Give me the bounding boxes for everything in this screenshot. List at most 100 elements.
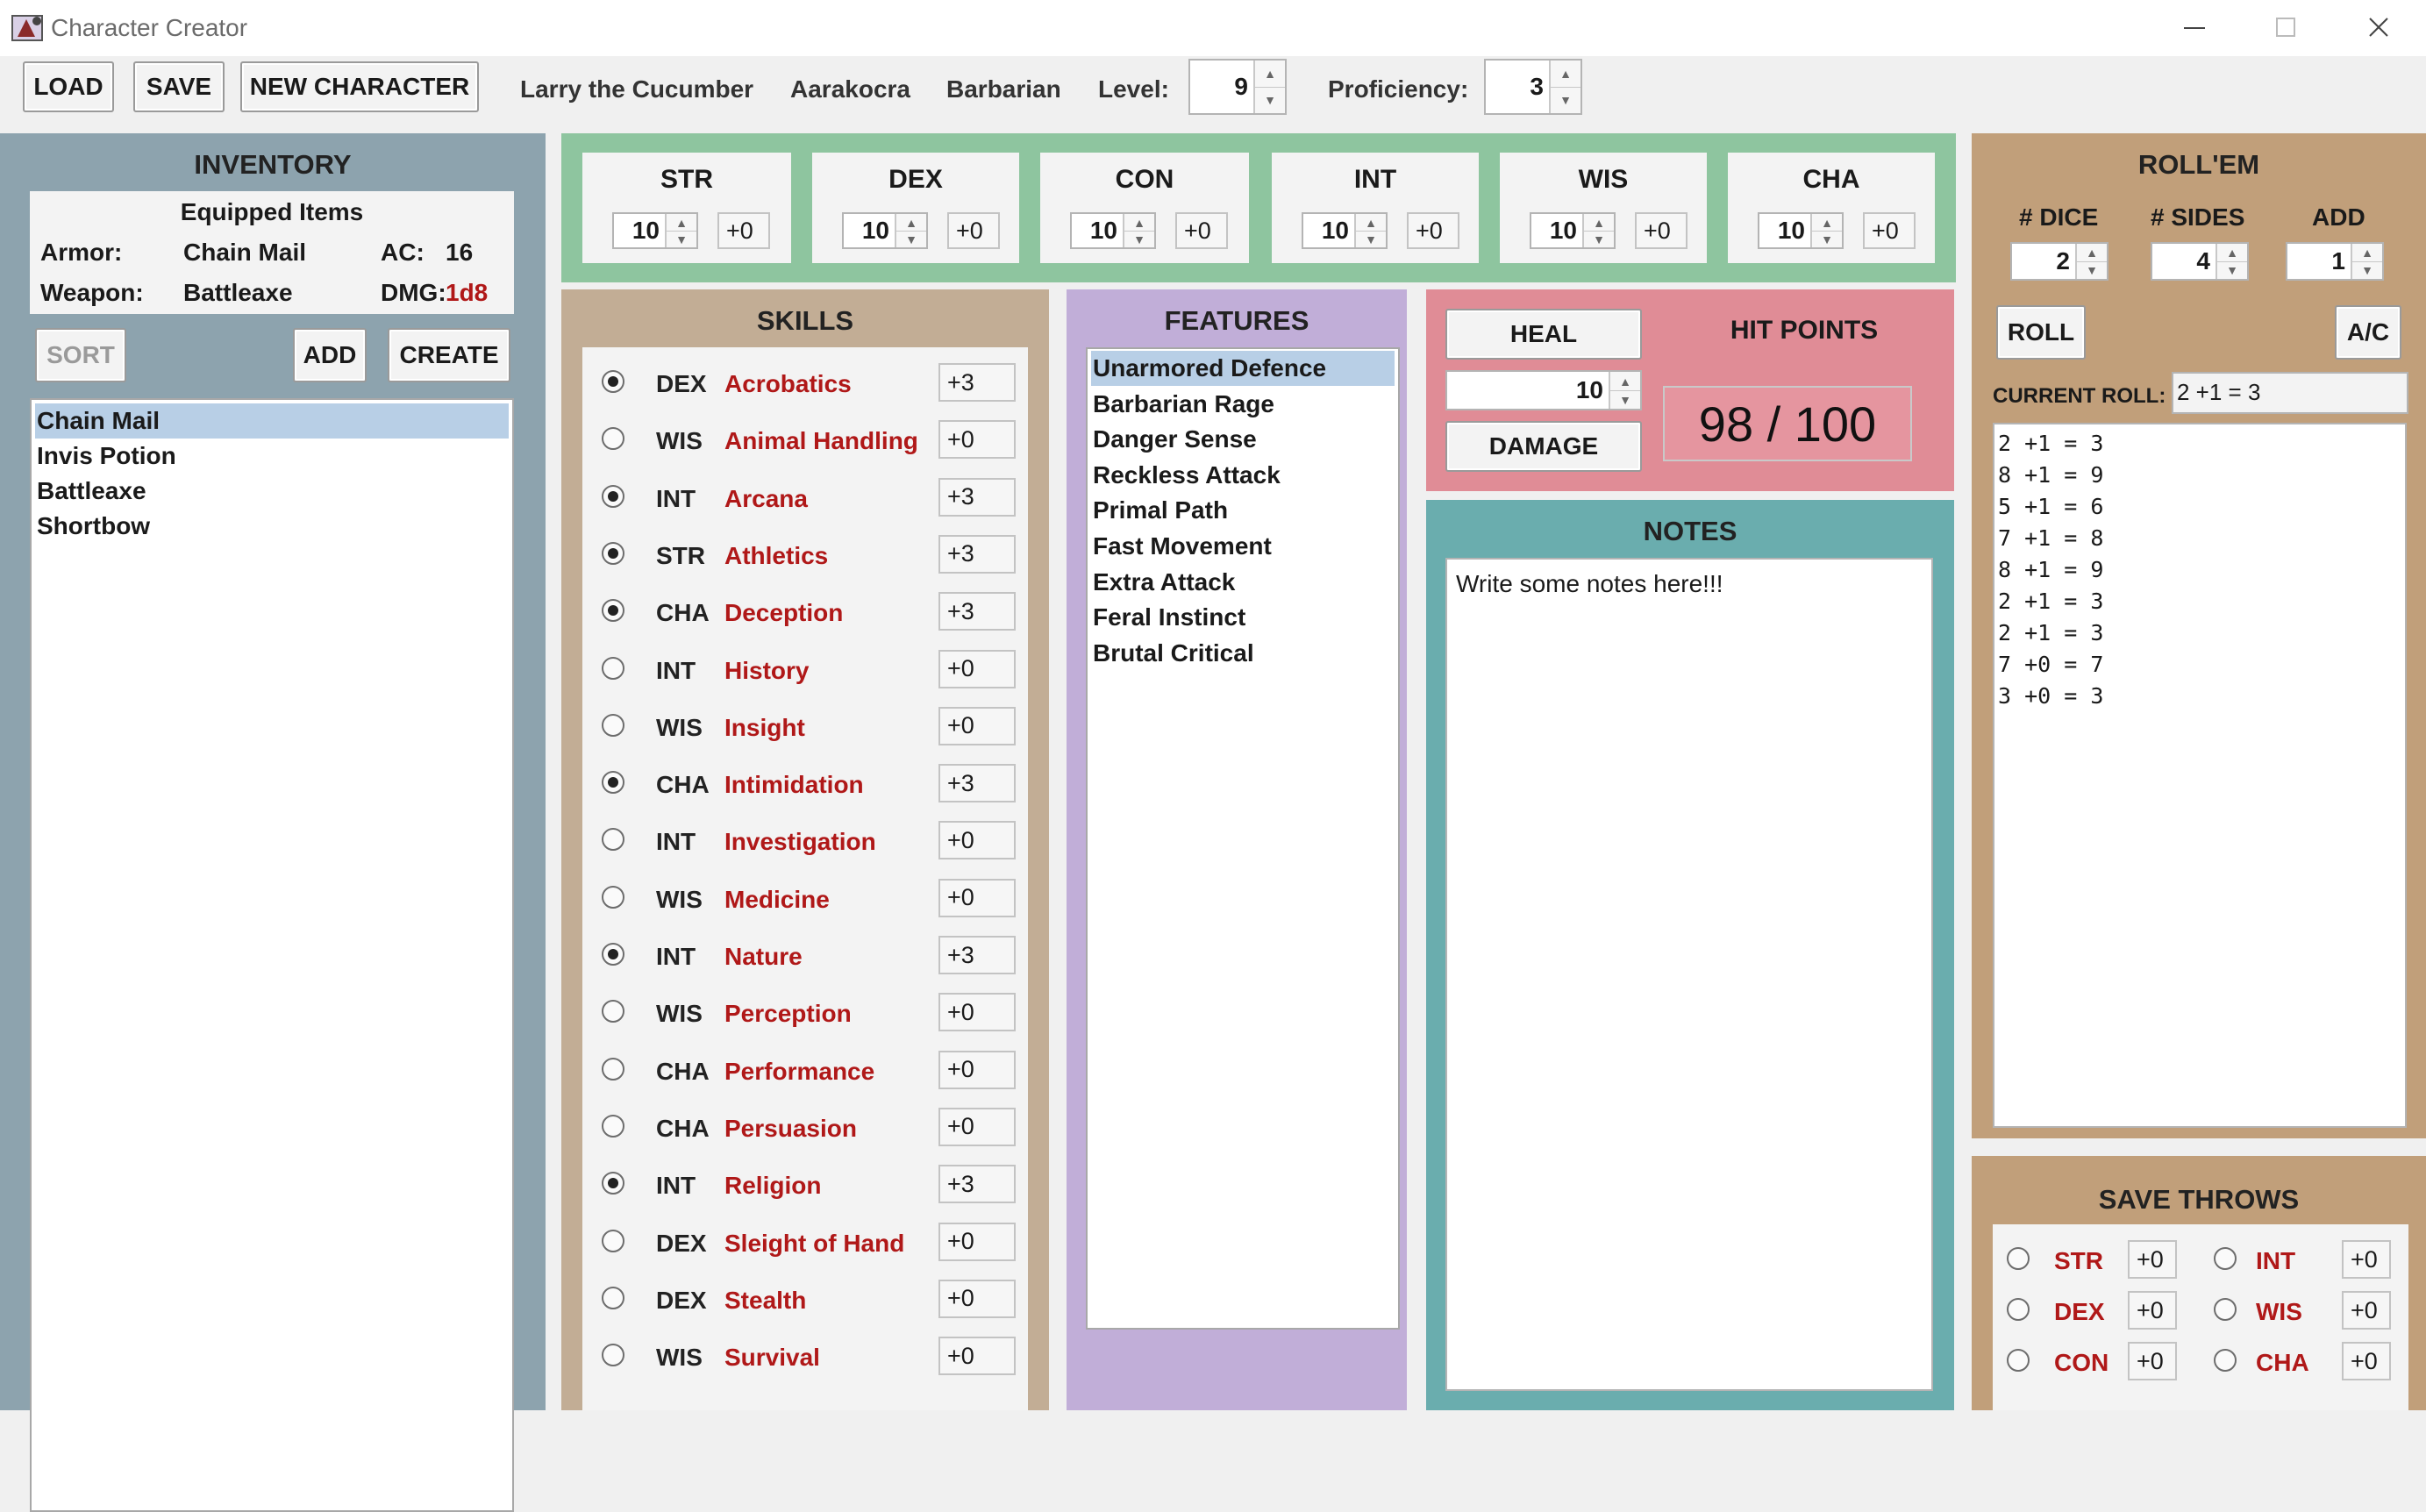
skill-modifier: +0 <box>938 649 1016 688</box>
hp-amount-spinner[interactable]: 10 ▲ ▼ <box>1445 370 1642 410</box>
spin-up-icon[interactable]: ▲ <box>2217 244 2247 262</box>
spin-up-icon[interactable]: ▲ <box>1356 214 1386 232</box>
stat-value-spinner[interactable]: 10 ▲ ▼ <box>1070 212 1156 249</box>
spin-up-icon[interactable]: ▲ <box>1812 214 1842 232</box>
stat-name: DEX <box>888 165 943 194</box>
list-item[interactable]: Danger Sense <box>1091 422 1395 457</box>
stat-modifier: +0 <box>947 212 1000 249</box>
spin-down-icon[interactable]: ▼ <box>1356 231 1386 247</box>
spin-down-icon[interactable]: ▼ <box>2077 261 2107 279</box>
stat-box-cha: CHA 10 ▲ ▼ +0 <box>1728 153 1935 263</box>
stat-value-spinner[interactable]: 10 ▲ ▼ <box>1758 212 1844 249</box>
skill-proficiency-radio[interactable] <box>602 1057 624 1081</box>
list-item[interactable]: Invis Potion <box>35 439 509 474</box>
close-icon[interactable] <box>2352 11 2405 46</box>
stat-value-spinner[interactable]: 10 ▲ ▼ <box>612 212 698 249</box>
save-throw-radio[interactable] <box>2214 1247 2237 1270</box>
list-item[interactable]: Extra Attack <box>1091 565 1395 600</box>
skill-proficiency-radio[interactable] <box>602 541 624 565</box>
spin-up-icon[interactable]: ▲ <box>1255 61 1285 88</box>
skill-proficiency-radio[interactable] <box>602 427 624 451</box>
skill-proficiency-radio[interactable] <box>602 656 624 680</box>
load-button[interactable]: LOAD <box>23 61 114 112</box>
skill-ability: CHA <box>656 599 710 627</box>
spin-down-icon[interactable]: ▼ <box>667 231 696 247</box>
save-throw-radio[interactable] <box>2214 1298 2237 1321</box>
save-button[interactable]: SAVE <box>133 61 225 112</box>
spin-down-icon[interactable]: ▼ <box>1551 87 1580 113</box>
skill-proficiency-radio[interactable] <box>602 1229 624 1252</box>
new-character-button[interactable]: NEW CHARACTER <box>240 61 479 112</box>
list-item[interactable]: Battleaxe <box>35 474 509 509</box>
notes-textarea[interactable]: Write some notes here!!! <box>1445 558 1933 1391</box>
list-item[interactable]: Brutal Critical <box>1091 636 1395 671</box>
skill-proficiency-radio[interactable] <box>602 943 624 966</box>
list-item[interactable]: Reckless Attack <box>1091 458 1395 493</box>
spin-down-icon[interactable]: ▼ <box>1124 231 1154 247</box>
sort-button[interactable]: SORT <box>35 328 126 382</box>
spin-up-icon[interactable]: ▲ <box>2352 244 2382 262</box>
skill-proficiency-radio[interactable] <box>602 828 624 852</box>
spin-down-icon[interactable]: ▼ <box>2352 261 2382 279</box>
skill-modifier: +0 <box>938 993 1016 1032</box>
skill-proficiency-radio[interactable] <box>602 885 624 909</box>
level-spinner[interactable]: 9 ▲ ▼ <box>1188 59 1287 115</box>
skill-proficiency-radio[interactable] <box>602 370 624 393</box>
skill-proficiency-radio[interactable] <box>602 1114 624 1138</box>
skill-proficiency-radio[interactable] <box>602 713 624 737</box>
add-item-button[interactable]: ADD <box>293 328 367 382</box>
list-item[interactable]: Feral Instinct <box>1091 600 1395 635</box>
spin-up-icon[interactable]: ▲ <box>1551 61 1580 88</box>
heal-button[interactable]: HEAL <box>1445 309 1642 360</box>
roll-history-line: 8 +1 = 9 <box>1998 462 2104 488</box>
spin-down-icon[interactable]: ▼ <box>1255 87 1285 113</box>
spin-up-icon[interactable]: ▲ <box>1584 214 1614 232</box>
list-item[interactable]: Fast Movement <box>1091 529 1395 564</box>
stat-value-spinner[interactable]: 10 ▲ ▼ <box>1302 212 1388 249</box>
spin-up-icon[interactable]: ▲ <box>1610 372 1640 391</box>
skill-proficiency-radio[interactable] <box>602 1000 624 1023</box>
stat-value-spinner[interactable]: 10 ▲ ▼ <box>842 212 928 249</box>
spin-up-icon[interactable]: ▲ <box>667 214 696 232</box>
skill-proficiency-radio[interactable] <box>602 1344 624 1367</box>
clear-button[interactable]: A/C <box>2335 305 2401 360</box>
dice-sides-spinner[interactable]: 4 ▲ ▼ <box>2151 242 2249 281</box>
inventory-list[interactable]: Chain Mail Invis Potion Battleaxe Shortb… <box>30 398 514 1512</box>
stat-value-spinner[interactable]: 10 ▲ ▼ <box>1530 212 1616 249</box>
spin-down-icon[interactable]: ▼ <box>1610 390 1640 409</box>
skill-proficiency-radio[interactable] <box>602 599 624 623</box>
save-throw-radio[interactable] <box>2007 1298 2030 1321</box>
spin-down-icon[interactable]: ▼ <box>896 231 926 247</box>
list-item[interactable]: Shortbow <box>35 509 509 544</box>
list-item[interactable]: Barbarian Rage <box>1091 387 1395 422</box>
skill-proficiency-radio[interactable] <box>602 771 624 795</box>
add-modifier-spinner[interactable]: 1 ▲ ▼ <box>2286 242 2384 281</box>
skill-proficiency-radio[interactable] <box>602 1172 624 1195</box>
proficiency-spinner[interactable]: 3 ▲ ▼ <box>1484 59 1582 115</box>
spin-up-icon[interactable]: ▲ <box>896 214 926 232</box>
list-item[interactable]: Chain Mail <box>35 403 509 439</box>
inventory-title: INVENTORY <box>194 149 352 180</box>
spin-up-icon[interactable]: ▲ <box>2077 244 2107 262</box>
maximize-icon[interactable] <box>2259 11 2312 46</box>
save-throw-radio[interactable] <box>2007 1247 2030 1270</box>
spin-down-icon[interactable]: ▼ <box>1812 231 1842 247</box>
save-throw-wis: WIS +0 <box>2200 1289 2407 1333</box>
minimize-icon[interactable] <box>2168 11 2221 46</box>
roll-button[interactable]: ROLL <box>1996 305 2086 360</box>
save-throw-int: INT +0 <box>2200 1238 2407 1282</box>
create-item-button[interactable]: CREATE <box>388 328 510 382</box>
spin-up-icon[interactable]: ▲ <box>1124 214 1154 232</box>
features-list[interactable]: Unarmored Defence Barbarian Rage Danger Se… <box>1086 347 1400 1330</box>
skill-proficiency-radio[interactable] <box>602 484 624 508</box>
save-throw-radio[interactable] <box>2214 1349 2237 1372</box>
spin-down-icon[interactable]: ▼ <box>1584 231 1614 247</box>
dice-count-spinner[interactable]: 2 ▲ ▼ <box>2010 242 2108 281</box>
damage-button[interactable]: DAMAGE <box>1445 421 1642 472</box>
spin-down-icon[interactable]: ▼ <box>2217 261 2247 279</box>
list-item[interactable]: Primal Path <box>1091 493 1395 528</box>
skill-proficiency-radio[interactable] <box>602 1286 624 1309</box>
skills-title: SKILLS <box>756 305 854 336</box>
list-item[interactable]: Unarmored Defence <box>1091 351 1395 386</box>
save-throw-radio[interactable] <box>2007 1349 2030 1372</box>
